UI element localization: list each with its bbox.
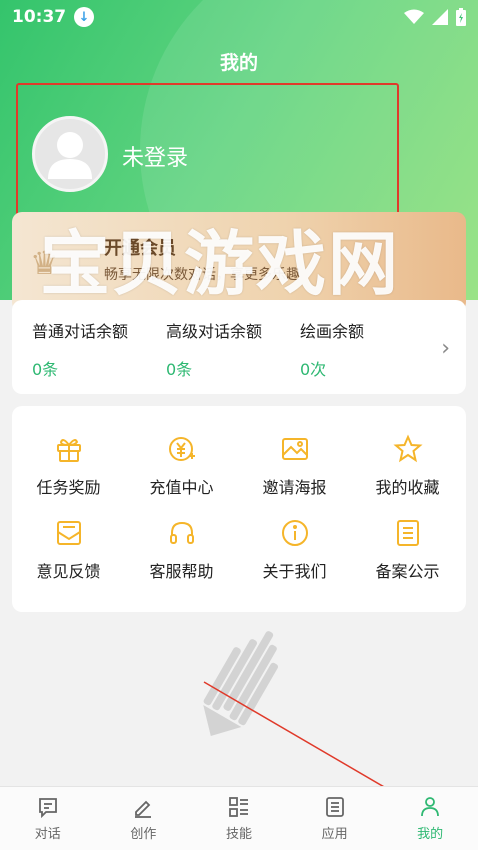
vip-title: 开通会员 [104,238,176,259]
page-title: 我的 [219,52,258,74]
download-icon: ↓ [74,7,95,27]
balance-value: 0条 [166,360,193,379]
balance-value: 0次 [300,360,327,379]
tab-create[interactable]: 创作 [96,787,192,850]
vip-subtitle: 畅享无限次数对话，享更多乐趣 [104,267,300,283]
menu-label: 充值中心 [149,478,214,497]
menu-item-feedback[interactable]: 意见反馈 [12,518,125,582]
menu-label: 邀请海报 [262,478,327,497]
menu-item-recharge[interactable]: 充值中心 [125,434,238,498]
menu-label: 客服帮助 [149,562,214,581]
tab-mine[interactable]: 我的 [382,787,478,850]
status-bar: 10:37 ↓ [0,0,478,34]
balance-label: 绘画余额 [300,322,365,341]
signal-icon [432,9,448,25]
tab-label: 对话 [34,827,61,842]
menu-item-favorites[interactable]: 我的收藏 [351,434,464,498]
menu-label: 我的收藏 [375,478,440,497]
menu-item-invite-poster[interactable]: 邀请海报 [238,434,351,498]
status-icons [404,8,466,26]
tab-label: 创作 [130,827,157,842]
doc-icon [325,797,344,817]
edit-icon [135,800,152,818]
balance-normal-chat: 普通对话余额 0条 [32,318,128,380]
balance-drawing: 绘画余额 0次 [300,318,364,380]
tab-skills[interactable]: 技能 [191,787,287,850]
wifi-icon [404,9,424,24]
menu-item-customer-service[interactable]: 客服帮助 [125,518,238,582]
headset-icon [169,521,194,544]
menu-item-about[interactable]: 关于我们 [238,518,351,582]
info-icon [281,520,308,546]
balance-label: 普通对话余额 [32,322,129,341]
gift-icon [56,439,81,462]
crown-icon: ♛ [30,244,59,282]
grid-icon [229,797,248,817]
pencil-logo-decoration [203,631,278,736]
menu-grid: 任务奖励 充值中心 邀请海报 我的收藏 意见反馈 客服帮助 关于我们 备案公示 [12,406,466,612]
tab-label: 应用 [321,827,348,842]
balance-card[interactable]: 普通对话余额 0条 高级对话余额 0条 绘画余额 0次 › [12,300,466,394]
chevron-right-icon[interactable]: › [441,336,450,361]
tab-label: 技能 [225,827,252,842]
vip-banner[interactable]: ♛ 开通会员 畅享无限次数对话，享更多乐趣 [12,212,466,312]
menu-label: 备案公示 [375,562,440,581]
battery-icon [456,8,466,26]
chat-icon [38,798,57,819]
mail-icon [56,521,81,545]
star-icon [392,434,423,463]
balance-advanced-chat: 高级对话余额 0条 [166,318,262,380]
list-icon [396,520,419,546]
status-time: 10:37 [12,7,67,27]
menu-item-task-reward[interactable]: 任务奖励 [12,434,125,498]
menu-label: 意见反馈 [36,562,101,581]
tab-apps[interactable]: 应用 [287,787,383,850]
menu-item-record-filing[interactable]: 备案公示 [351,518,464,582]
menu-label: 任务奖励 [36,478,101,497]
bottom-tab-bar: 对话 创作 技能 应用 我的 [0,786,478,850]
tab-chat[interactable]: 对话 [0,787,96,850]
image-icon [281,438,308,460]
menu-label: 关于我们 [262,562,327,581]
recharge-icon [168,437,195,461]
balance-value: 0条 [32,360,59,379]
person-icon [421,797,440,817]
balance-label: 高级对话余额 [166,322,263,341]
tab-label: 我的 [417,827,444,842]
